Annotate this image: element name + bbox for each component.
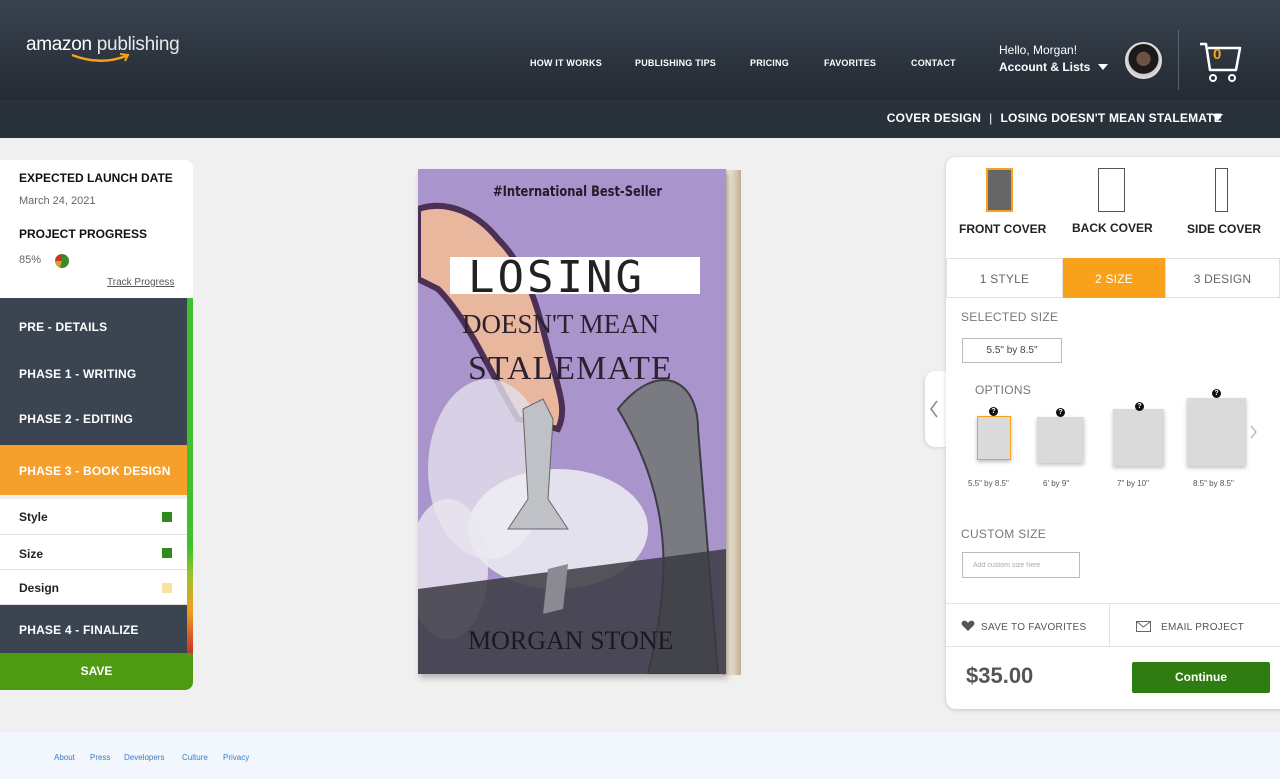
save-to-favorites-label: SAVE TO FAVORITES — [981, 622, 1087, 633]
phase-pre-details[interactable]: PRE - DETAILS — [0, 298, 187, 348]
nav-publishing-tips[interactable]: PUBLISHING TIPS — [635, 58, 716, 68]
side-cover-option[interactable]: SIDE COVER — [1187, 222, 1261, 236]
panel-collapse-tab[interactable] — [925, 371, 946, 447]
phase-4-finalize[interactable]: PHASE 4 - FINALIZE — [0, 605, 187, 653]
email-project-label: EMAIL PROJECT — [1161, 622, 1244, 633]
email-project-button[interactable]: EMAIL PROJECT — [1136, 621, 1244, 633]
size-option-8-5x8-5[interactable] — [1187, 398, 1246, 466]
continue-button[interactable]: Continue — [1132, 662, 1270, 693]
project-dropdown-caret-icon[interactable] — [1212, 114, 1223, 122]
cart-count: 0 — [1213, 46, 1222, 63]
tab-style[interactable]: 1 STYLE — [946, 258, 1063, 298]
heart-icon — [961, 620, 975, 631]
breadcrumb-project[interactable]: LOSING DOESN'T MEAN STALEMATE — [1000, 111, 1222, 125]
size-option-7x10[interactable] — [1113, 409, 1164, 466]
envelope-icon — [1136, 621, 1151, 632]
size-option-label: 6' by 9" — [1043, 479, 1070, 488]
chevron-right-icon[interactable] — [1250, 425, 1258, 439]
subitem-label: Size — [19, 547, 44, 561]
subitem-style[interactable]: Style — [0, 499, 187, 535]
project-progress-value: 85% — [19, 254, 42, 266]
options-label: OPTIONS — [975, 383, 1032, 397]
selected-size-label: SELECTED SIZE — [961, 310, 1059, 324]
actions-divider — [1109, 604, 1110, 646]
help-icon[interactable]: ? — [989, 407, 998, 416]
breadcrumb-section[interactable]: COVER DESIGN — [887, 111, 981, 125]
header-divider — [1178, 30, 1179, 90]
book-author: MORGAN STONE — [468, 626, 674, 655]
front-cover-thumb[interactable] — [986, 168, 1013, 212]
size-option-label: 8.5" by 8.5" — [1193, 479, 1234, 488]
amazon-publishing-logo[interactable]: amazon publishing — [26, 34, 180, 62]
launch-date-label: EXPECTED LAUNCH DATE — [19, 171, 173, 185]
phase-progress-strip — [187, 298, 193, 653]
phase-2-editing[interactable]: PHASE 2 - EDITING — [0, 396, 187, 445]
progress-pie-icon — [55, 254, 69, 268]
phase-label: PRE - DETAILS — [19, 320, 108, 334]
footer-link-culture[interactable]: Culture — [182, 753, 208, 762]
help-icon[interactable]: ? — [1212, 389, 1221, 398]
nav-favorites[interactable]: FAVORITES — [824, 58, 876, 68]
avatar[interactable] — [1125, 42, 1162, 79]
book-cover-preview: #International Best-Seller LOSING DOESN'… — [418, 169, 726, 674]
status-dot — [162, 583, 172, 593]
save-button[interactable]: SAVE — [0, 653, 193, 690]
size-option-5-5x8-5[interactable] — [977, 416, 1011, 460]
nav-contact[interactable]: CONTACT — [911, 58, 956, 68]
selected-size-value[interactable]: 5.5" by 8.5" — [962, 338, 1062, 363]
breadcrumb[interactable]: COVER DESIGN | LOSING DOESN'T MEAN STALEMA… — [887, 111, 1222, 125]
footer-link-about[interactable]: About — [54, 753, 75, 762]
side-cover-thumb[interactable] — [1215, 168, 1228, 212]
save-to-favorites-button[interactable]: SAVE TO FAVORITES — [961, 620, 1087, 633]
subitem-label: Style — [19, 510, 48, 524]
tab-size[interactable]: 2 SIZE — [1063, 258, 1165, 298]
phase-3-book-design[interactable]: PHASE 3 - BOOK DESIGN — [0, 445, 187, 495]
track-progress-link[interactable]: Track Progress — [107, 277, 174, 288]
breadcrumb-separator: | — [989, 111, 993, 125]
tab-design[interactable]: 3 DESIGN — [1165, 258, 1280, 298]
book-badge-text: #International Best-Seller — [493, 184, 663, 200]
size-option-6x9[interactable] — [1037, 417, 1084, 463]
size-option-label: 7" by 10" — [1117, 479, 1149, 488]
account-lists-label[interactable]: Account & Lists — [999, 60, 1108, 74]
front-cover-option[interactable]: FRONT COVER — [959, 222, 1046, 236]
phase-1-writing[interactable]: PHASE 1 - WRITING — [0, 348, 187, 396]
launch-date-value: March 24, 2021 — [19, 195, 96, 207]
footer-link-press[interactable]: Press — [90, 753, 110, 762]
account-menu[interactable]: Hello, Morgan! Account & Lists — [999, 43, 1108, 74]
nav-pricing[interactable]: PRICING — [750, 58, 789, 68]
caret-down-icon — [1097, 64, 1108, 70]
footer-link-developers[interactable]: Developers — [124, 753, 164, 762]
account-lists-text: Account & Lists — [999, 60, 1091, 74]
custom-size-input[interactable] — [962, 552, 1080, 578]
smile-arrow-icon — [71, 53, 130, 62]
book-title-line1: LOSING — [468, 252, 645, 303]
cover-artwork — [418, 202, 726, 674]
nav-how-it-works[interactable]: HOW IT WORKS — [530, 58, 602, 68]
subitem-design[interactable]: Design — [0, 570, 187, 605]
status-dot — [162, 512, 172, 522]
book-title-line2: DOESN'T MEAN — [462, 309, 660, 339]
custom-size-label: CUSTOM SIZE — [961, 527, 1047, 541]
project-progress-label: PROJECT PROGRESS — [19, 227, 148, 241]
price: $35.00 — [966, 663, 1034, 688]
book-title-line3: STALEMATE — [468, 350, 673, 387]
back-cover-option[interactable]: BACK COVER — [1072, 221, 1153, 235]
footer-link-privacy[interactable]: Privacy — [223, 753, 249, 762]
phase-label: PHASE 1 - WRITING — [19, 367, 137, 381]
subitem-size[interactable]: Size — [0, 535, 187, 570]
phase-label: PHASE 4 - FINALIZE — [19, 623, 139, 637]
help-icon[interactable]: ? — [1056, 408, 1065, 417]
greeting-text: Hello, Morgan! — [999, 43, 1078, 57]
subitem-label: Design — [19, 581, 60, 595]
phase-label: PHASE 2 - EDITING — [19, 412, 134, 426]
back-cover-thumb[interactable] — [1098, 168, 1125, 212]
size-option-label: 5.5" by 8.5" — [968, 479, 1009, 488]
status-dot — [162, 548, 172, 558]
help-icon[interactable]: ? — [1135, 402, 1144, 411]
phase-label: PHASE 3 - BOOK DESIGN — [19, 464, 171, 478]
chevron-left-icon — [930, 400, 938, 418]
